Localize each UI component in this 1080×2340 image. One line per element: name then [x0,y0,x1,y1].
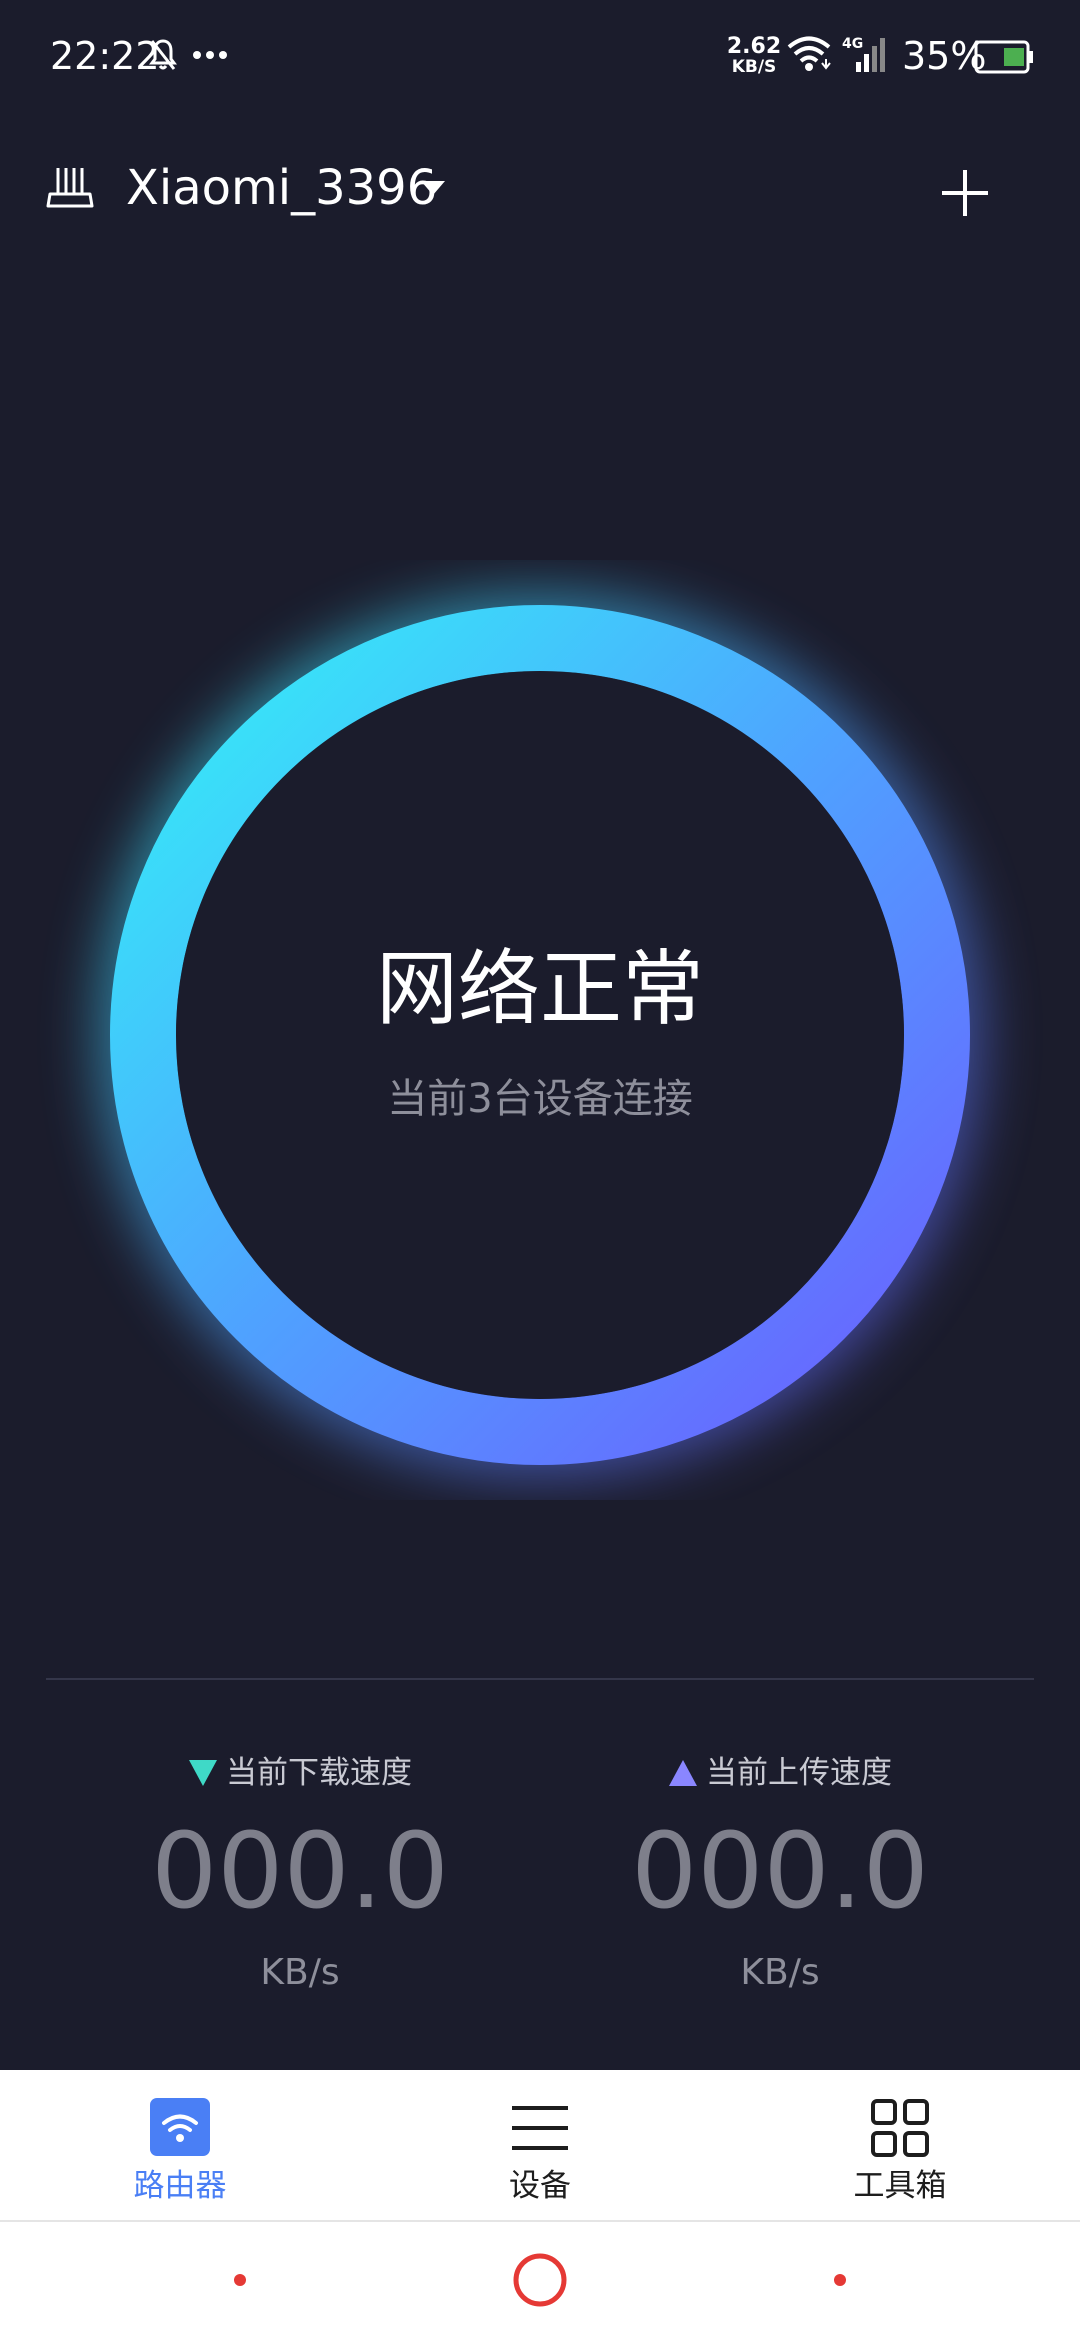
upload-arrow-icon [669,1760,697,1786]
network-speed-value: 2.62 [726,34,782,59]
upload-speed-unit: KB/s [740,1952,820,1993]
nav-label-devices: 设备 [509,2168,571,2204]
status-bar: 22:22 2.62 KB/S 4G 35% [0,0,1080,112]
more-dots-icon [192,38,228,76]
network-status-ring: 网络正常 当前3台设备连接 [0,560,1080,1500]
add-router-button[interactable] [930,158,1000,228]
download-speed-unit: KB/s [260,1952,340,1993]
grid-icon [870,2098,930,2162]
caret-down-icon[interactable] [420,180,446,200]
back-dot-icon [234,2274,246,2286]
section-divider [46,1678,1034,1680]
app-header: Xiaomi_3396 [0,140,1080,236]
network-speed-unit: KB/S [731,57,777,77]
cellular-signal-icon: 4G [840,34,892,78]
bell-muted-icon [148,38,178,76]
battery-icon [974,40,1034,78]
wifi-signal-icon [786,34,832,78]
download-speed-panel: 当前下载速度 000.0 KB/s [60,1748,540,2008]
upload-label-row: 当前上传速度 [540,1748,1020,1798]
system-back-button[interactable] [232,2272,248,2292]
download-speed-value: 000.0 [151,1810,449,1932]
nav-label-toolbox: 工具箱 [853,2168,947,2204]
connected-devices-text: 当前3台设备连接 [387,1076,693,1122]
router-icon [44,162,96,216]
router-selector[interactable]: Xiaomi_3396 [126,158,437,218]
bottom-navigation: 路由器 设备 工具箱 [0,2070,1080,2222]
recents-dot-icon [834,2274,846,2286]
upload-speed-value: 000.0 [631,1810,929,1932]
network-speed-indicator: 2.62 KB/S [726,34,782,77]
download-label-row: 当前下载速度 [60,1748,540,1798]
nav-tab-router[interactable]: 路由器 [0,2070,360,2220]
home-circle-icon [513,2253,567,2307]
system-navigation-bar [0,2222,1080,2340]
network-type-label: 4G [842,36,863,52]
download-label: 当前下载速度 [226,1755,412,1791]
nav-tab-devices[interactable]: 设备 [360,2070,720,2220]
system-home-button[interactable] [512,2252,568,2312]
network-status-title: 网络正常 [375,942,704,1037]
upload-speed-panel: 当前上传速度 000.0 KB/s [540,1748,1020,2008]
plus-icon [942,170,988,216]
app-screen: 22:22 2.62 KB/S 4G 35% Xiaomi_3396 网络正常 … [0,0,1080,2340]
status-time: 22:22 [50,34,160,78]
upload-label: 当前上传速度 [706,1755,892,1791]
wifi-icon [150,2098,210,2162]
menu-icon [510,2098,570,2162]
download-arrow-icon [189,1760,217,1786]
nav-tab-toolbox[interactable]: 工具箱 [720,2070,1080,2220]
nav-label-router: 路由器 [133,2168,227,2204]
system-recents-button[interactable] [832,2272,848,2292]
